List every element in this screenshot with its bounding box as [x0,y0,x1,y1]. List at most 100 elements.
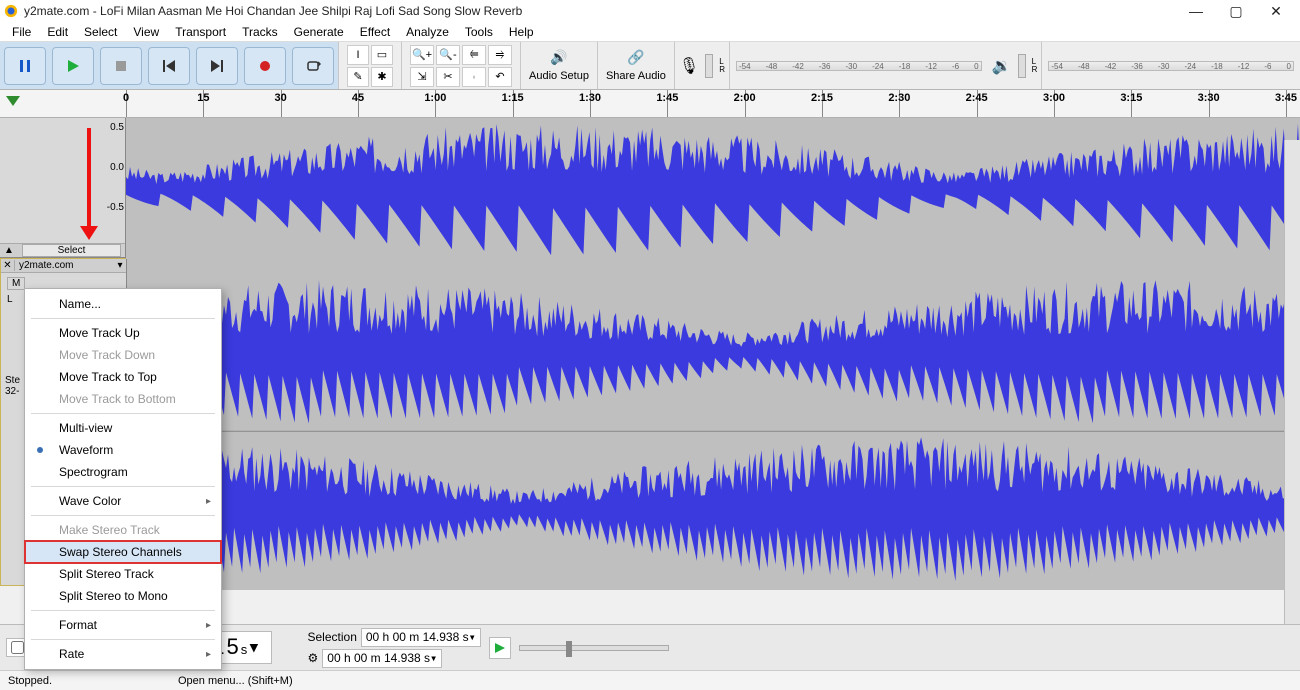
track-2-close-button[interactable]: ✕ [1,260,15,271]
selection-start-field[interactable]: 00 h 00 m 14.938 s▾ [361,628,481,647]
track-1-axis: 0.5 0.0 -0.5 -1.0 [96,118,126,257]
snap-checkbox[interactable] [11,641,24,654]
window-title: y2mate.com - LoFi Milan Aasman Me Hoi Ch… [24,4,522,18]
submenu-arrow-icon: ▸ [206,620,211,631]
vertical-scrollbar[interactable] [1284,140,1300,624]
menu-item-move-down[interactable]: Move Track Down [25,344,221,366]
menu-item-multi-view[interactable]: Multi-view [25,417,221,439]
stop-button[interactable] [100,47,142,85]
fit-selection-button[interactable]: ⥢ [462,45,486,65]
mic-lr-label: LR [719,58,725,74]
play-at-speed-button[interactable] [489,637,511,659]
menu-bar: File Edit Select View Transport Tracks G… [0,22,1300,42]
envelope-tool[interactable]: ▭ [371,45,393,65]
menu-generate[interactable]: Generate [286,25,352,39]
status-left: Stopped. [0,675,170,687]
tools-toolbar: I ▭ ✎ ✱ [339,42,402,89]
draw-tool[interactable]: ✎ [347,67,369,87]
track-2-waveform[interactable]: y2mate.com y2mate.com - LoFi Milan Aasma… [127,259,1299,585]
selection-tool[interactable]: I [347,45,369,65]
speaker-icon: 🔊 [550,49,567,66]
menu-item-name[interactable]: Name... [25,293,221,315]
menu-item-format[interactable]: Format▸ [25,614,221,636]
menu-tracks[interactable]: Tracks [234,25,286,39]
audio-setup-button[interactable]: 🔊 Audio Setup [521,42,598,89]
submenu-arrow-icon: ▸ [206,649,211,660]
track-2-mute-button[interactable]: M [7,277,25,290]
settings-icon[interactable]: ⚙ [308,651,319,665]
edit-toolbar: 🔍+ 🔍- ⥢ ⥤ ⇲ ✂ ︲ ↶ [402,42,521,89]
mic-icon: 🎙 [679,56,699,76]
menu-item-move-top[interactable]: Move Track to Top [25,366,221,388]
menu-item-move-up[interactable]: Move Track Up [25,322,221,344]
transport-toolbar [0,42,339,89]
track-2-menu-button[interactable]: ▾ [114,260,126,271]
selection-end-field[interactable]: 00 h 00 m 14.938 s▾ [322,649,442,668]
app-icon [4,4,18,18]
menu-item-move-bottom[interactable]: Move Track to Bottom [25,388,221,410]
title-bar: y2mate.com - LoFi Milan Aasman Me Hoi Ch… [0,0,1300,22]
multi-tool[interactable]: ✱ [371,67,393,87]
menu-file[interactable]: File [4,25,39,39]
skip-end-button[interactable] [196,47,238,85]
play-lr-label: LR [1032,58,1038,74]
playback-speed-slider[interactable] [519,645,669,651]
menu-help[interactable]: Help [501,25,542,39]
record-meter[interactable]: -54-48-42-36-30-24-18-12-60 [730,42,988,89]
zoom-in-button[interactable]: 🔍+ [410,45,434,65]
menu-tools[interactable]: Tools [457,25,501,39]
track-1-select-button[interactable]: Select [22,244,121,257]
window-minimize-button[interactable]: — [1176,3,1216,19]
track-2-name[interactable]: y2mate.com [15,260,114,271]
menu-view[interactable]: View [125,25,167,39]
selection-block: Selection 00 h 00 m 14.938 s▾ ⚙ 00 h 00 … [308,628,481,668]
share-audio-button[interactable]: 🔗 Share Audio [598,42,675,89]
mic-slider[interactable] [705,54,713,78]
track-1-panel: 0.5 0.0 -0.5 -1.0 ▲ Select [0,118,126,257]
audio-setup-label: Audio Setup [529,70,589,82]
menu-item-waveform[interactable]: Waveform [25,439,221,461]
record-button[interactable] [244,47,286,85]
speaker2-icon: 🔉 [992,56,1012,76]
track-1: 0.5 0.0 -0.5 -1.0 ▲ Select [0,118,1300,258]
menu-select[interactable]: Select [76,25,125,39]
menu-item-split-mono[interactable]: Split Stereo to Mono [25,585,221,607]
share-icon: 🔗 [627,49,644,66]
zoom-toggle-button[interactable]: ⇲ [410,67,434,87]
track-2-format-1: Ste [5,375,20,386]
skip-start-button[interactable] [148,47,190,85]
track-2-format-2: 32- [5,386,20,397]
silence-button[interactable]: ︲ [462,67,486,87]
menu-item-spectrogram[interactable]: Spectrogram [25,461,221,483]
undo-button[interactable]: ↶ [488,67,512,87]
timeline-ruler[interactable]: 01530451:001:151:301:452:002:152:302:453… [0,90,1300,118]
loop-button[interactable] [292,47,334,85]
menu-item-wave-color[interactable]: Wave Color▸ [25,490,221,512]
play-button[interactable] [52,47,94,85]
menu-item-make-stereo[interactable]: Make Stereo Track [25,519,221,541]
menu-edit[interactable]: Edit [39,25,76,39]
playhead-marker[interactable] [6,96,20,106]
track-context-menu: Name... Move Track Up Move Track Down Mo… [24,288,222,670]
pause-button[interactable] [4,47,46,85]
zoom-out-button[interactable]: 🔍- [436,45,460,65]
status-right: Open menu... (Shift+M) [170,675,293,687]
menu-effect[interactable]: Effect [352,25,398,39]
track-1-waveform[interactable] [126,118,1300,257]
play-slider[interactable] [1018,54,1026,78]
status-bar: Stopped. Open menu... (Shift+M) [0,670,1300,690]
play-meter[interactable]: -54-48-42-36-30-24-18-12-60 [1042,42,1300,89]
menu-item-split-stereo[interactable]: Split Stereo Track [25,563,221,585]
play-controls: 🔉 LR [988,42,1043,89]
window-maximize-button[interactable]: ▢ [1216,3,1256,20]
menu-item-swap-stereo[interactable]: Swap Stereo Channels [25,541,221,563]
menu-analyze[interactable]: Analyze [398,25,457,39]
check-bullet-icon [37,447,43,453]
trim-button[interactable]: ✂ [436,67,460,87]
menu-transport[interactable]: Transport [167,25,234,39]
menu-item-rate[interactable]: Rate▸ [25,643,221,665]
mic-controls: 🎙 LR [675,42,730,89]
window-close-button[interactable]: ✕ [1256,3,1296,20]
track-1-collapse-button[interactable]: ▲ [0,245,18,256]
fit-project-button[interactable]: ⥤ [488,45,512,65]
